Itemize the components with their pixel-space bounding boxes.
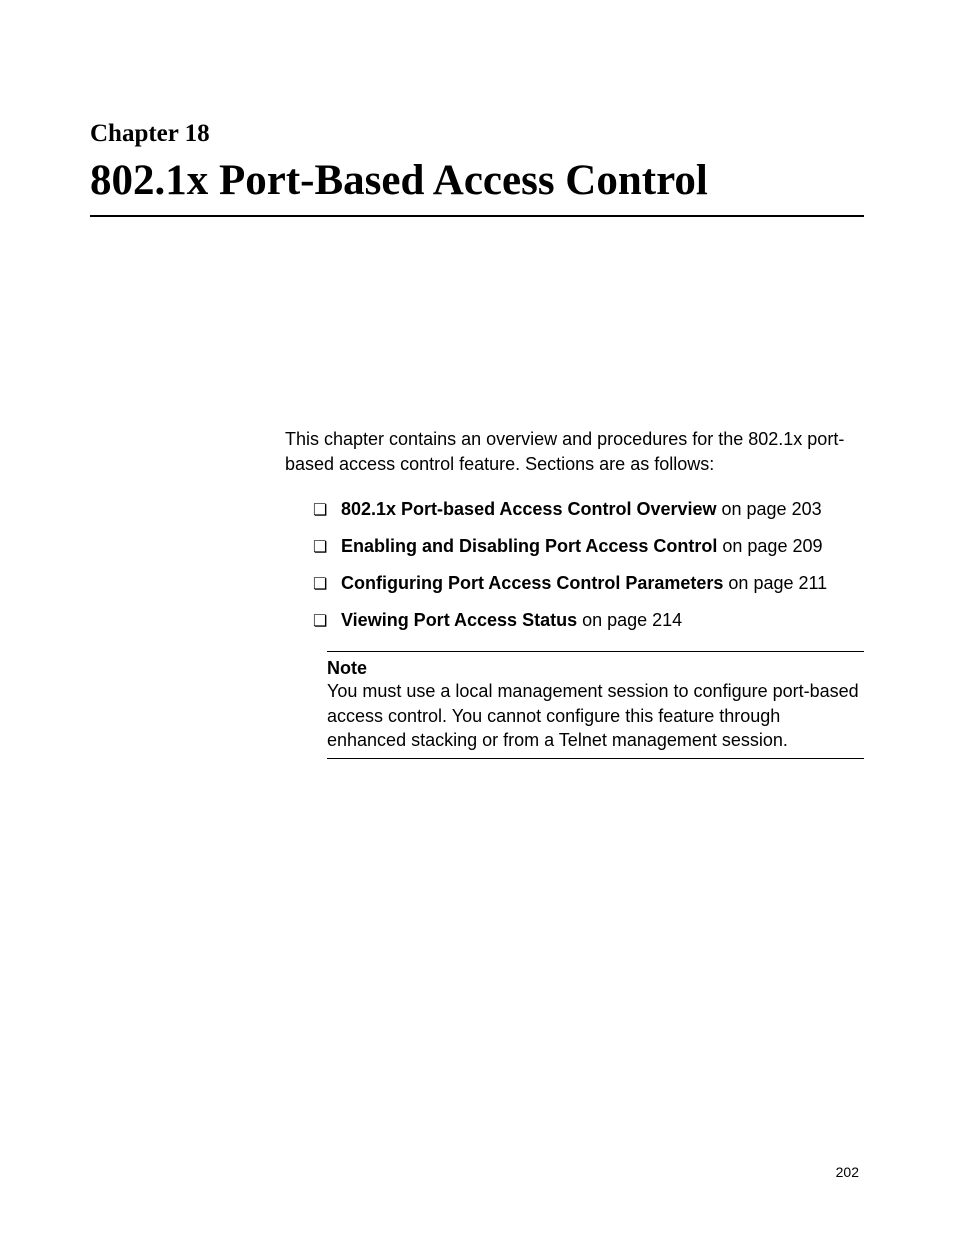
section-link[interactable]: Viewing Port Access Status <box>341 610 577 630</box>
section-link[interactable]: 802.1x Port-based Access Control Overvie… <box>341 499 717 519</box>
page-number: 202 <box>836 1164 859 1180</box>
section-page-ref: on page 203 <box>717 499 822 519</box>
section-link[interactable]: Enabling and Disabling Port Access Contr… <box>341 536 717 556</box>
section-page-ref: on page 211 <box>723 573 827 593</box>
intro-text: This chapter contains an overview and pr… <box>285 427 864 477</box>
chapter-label: Chapter 18 <box>90 120 864 148</box>
list-item: Enabling and Disabling Port Access Contr… <box>313 536 864 557</box>
note-heading: Note <box>327 658 864 679</box>
content-block: This chapter contains an overview and pr… <box>285 427 864 759</box>
page-container: Chapter 18 802.1x Port-Based Access Cont… <box>0 0 954 759</box>
section-page-ref: on page 209 <box>717 536 822 556</box>
list-item: Viewing Port Access Status on page 214 <box>313 610 864 631</box>
section-link[interactable]: Configuring Port Access Control Paramete… <box>341 573 723 593</box>
note-body: You must use a local management session … <box>327 679 864 752</box>
note-box: Note You must use a local management ses… <box>327 651 864 759</box>
chapter-title: 802.1x Port-Based Access Control <box>90 156 864 217</box>
list-item: 802.1x Port-based Access Control Overvie… <box>313 499 864 520</box>
section-list: 802.1x Port-based Access Control Overvie… <box>285 499 864 631</box>
section-page-ref: on page 214 <box>577 610 682 630</box>
list-item: Configuring Port Access Control Paramete… <box>313 573 864 594</box>
